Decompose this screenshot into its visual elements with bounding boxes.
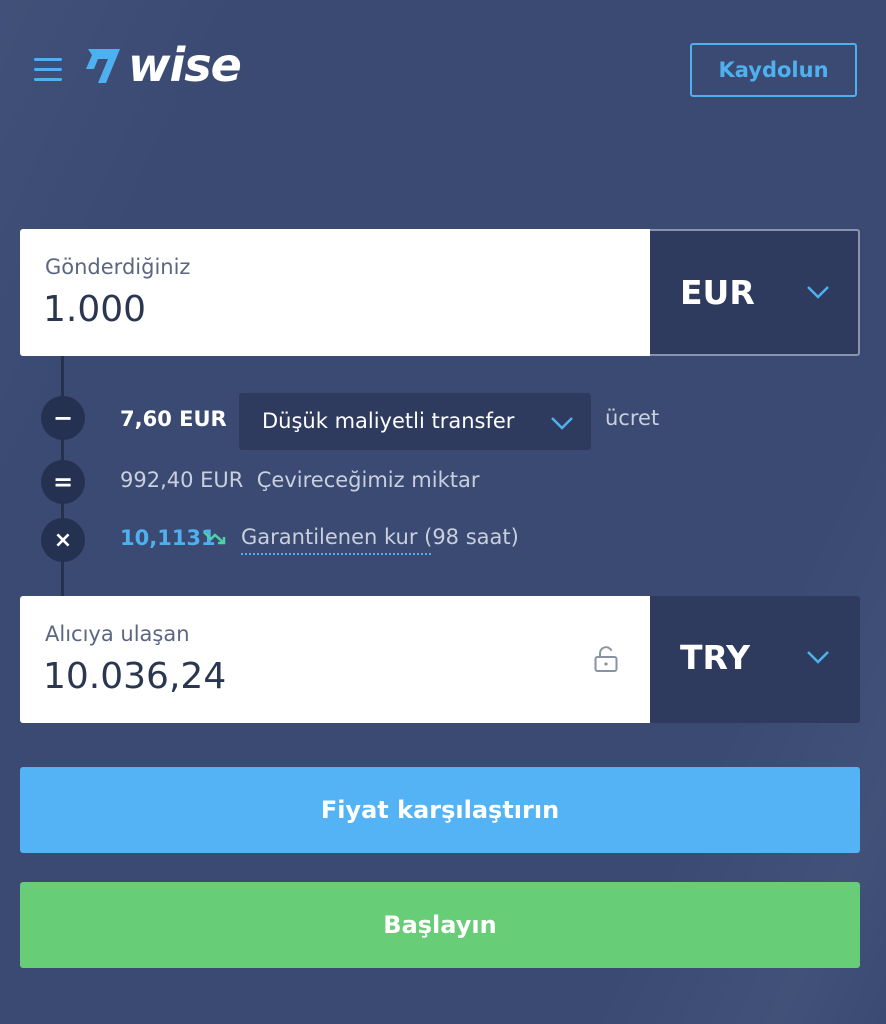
send-currency-code: EUR: [680, 273, 755, 312]
header: wise Kaydolun: [0, 0, 886, 140]
receive-amount-field[interactable]: Alıcıya ulaşan 10.036,24: [20, 596, 650, 723]
send-amount-value[interactable]: 1.000: [43, 289, 146, 330]
wise-logo[interactable]: wise: [84, 38, 242, 92]
trend-down-icon: [203, 531, 226, 545]
receive-currency-code: TRY: [680, 638, 751, 677]
send-amount-label: Gönderdiğiniz: [45, 255, 191, 279]
fee-type-dropdown[interactable]: Düşük maliyetli transfer: [239, 393, 591, 450]
minus-icon: −: [41, 396, 85, 440]
equals-icon: =: [41, 460, 85, 504]
chevron-down-icon: [807, 286, 829, 299]
hamburger-menu-icon[interactable]: [34, 58, 62, 84]
fee-suffix: ücret: [605, 406, 660, 430]
fee-amount: 7,60 EUR: [120, 407, 227, 431]
receive-currency-select[interactable]: TRY: [650, 596, 860, 723]
signup-button[interactable]: Kaydolun: [690, 43, 857, 97]
fee-type-label: Düşük maliyetli transfer: [262, 409, 515, 433]
background-sheen: [0, 0, 886, 1024]
receive-amount-label: Alıcıya ulaşan: [45, 622, 190, 646]
multiply-icon: ×: [41, 518, 85, 562]
chevron-down-icon: [807, 651, 829, 664]
send-amount-field[interactable]: Gönderdiğiniz 1.000: [20, 229, 650, 356]
unlock-icon[interactable]: [593, 645, 619, 673]
wise-flag-icon: [86, 49, 120, 83]
logo-text: wise: [128, 38, 242, 92]
chevron-down-icon: [551, 417, 573, 430]
converted-amount: 992,40 EUR: [120, 468, 244, 492]
receive-amount-value[interactable]: 10.036,24: [43, 656, 226, 697]
get-started-button[interactable]: Başlayın: [20, 882, 860, 968]
guaranteed-rate-link[interactable]: Garantilenen kur (98 saat): [241, 525, 519, 555]
send-currency-select[interactable]: EUR: [650, 229, 860, 356]
converted-amount-label: Çevireceğimiz miktar: [256, 468, 480, 492]
converted-amount-row: 992,40 EUR Çevireceğimiz miktar: [120, 468, 480, 492]
compare-prices-button[interactable]: Fiyat karşılaştırın: [20, 767, 860, 853]
